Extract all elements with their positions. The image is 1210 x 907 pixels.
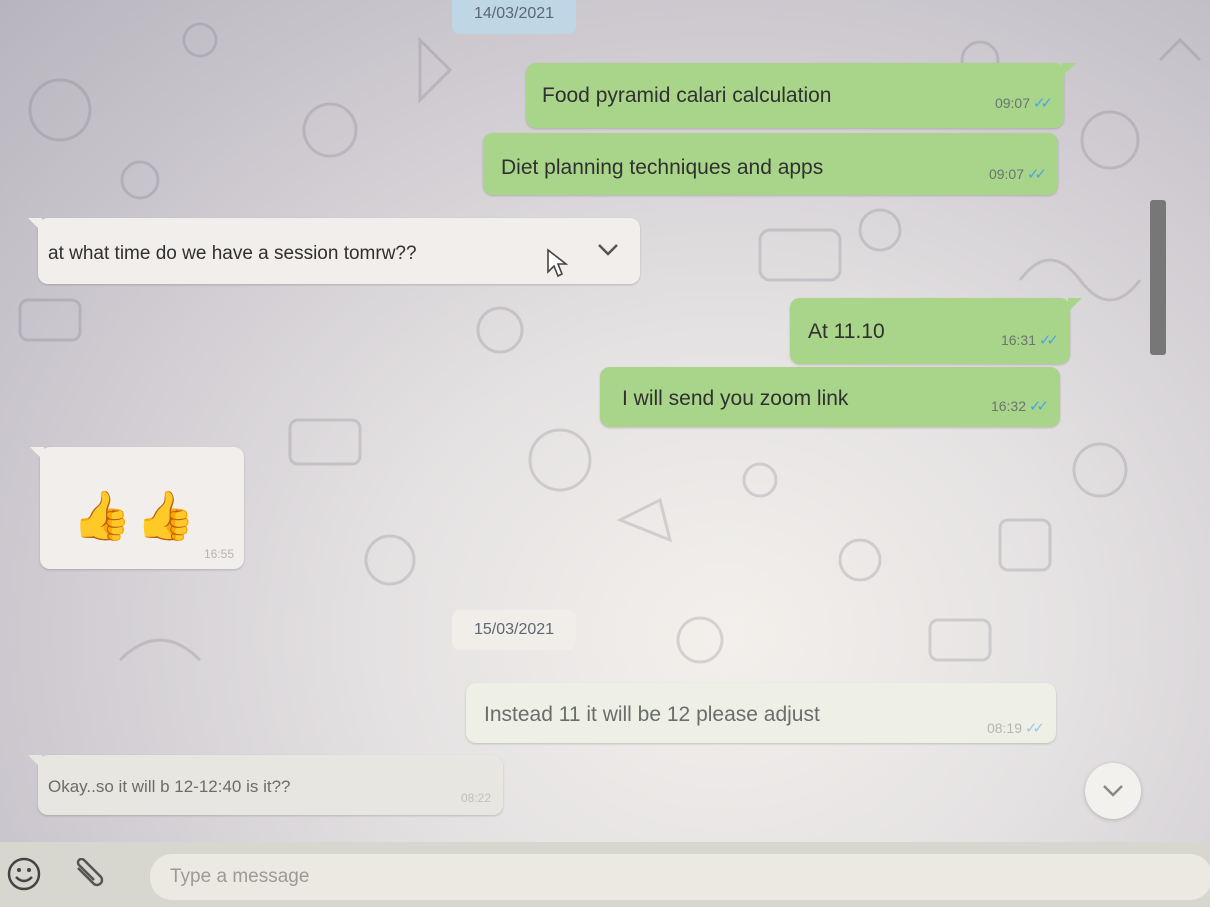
message-input[interactable]	[150, 854, 1210, 900]
message-text: Instead 11 it will be 12 please adjust	[484, 703, 820, 726]
scrollbar[interactable]	[1150, 200, 1166, 355]
message-text: Food pyramid calari calculation	[542, 84, 832, 107]
message-bubble-outgoing[interactable]: Instead 11 it will be 12 please adjust 0…	[466, 683, 1056, 743]
scroll-to-bottom-button[interactable]	[1085, 763, 1141, 819]
message-time: 16:31	[1000, 332, 1036, 348]
emoji-message: 👍👍	[72, 490, 200, 543]
paperclip-icon[interactable]	[72, 858, 108, 892]
message-bubble-outgoing[interactable]: Diet planning techniques and apps 09:07 …	[483, 133, 1058, 195]
message-time: 16:32	[990, 398, 1026, 414]
message-time: 16:55	[203, 547, 234, 561]
date-separator: 14/03/2021	[452, 0, 577, 34]
message-time: 09:07	[988, 166, 1024, 182]
date-separator: 15/03/2021	[452, 610, 577, 650]
double-check-icon: ✓✓	[1026, 166, 1047, 183]
message-text: Okay..so it will b 12-12:40 is it??	[48, 777, 291, 796]
message-bubble-incoming[interactable]: at what time do we have a session tomrw?…	[28, 218, 640, 284]
message-bubble-incoming[interactable]: Okay..so it will b 12-12:40 is it?? 08:2…	[28, 755, 503, 815]
message-bubble-outgoing[interactable]: At 11.10 16:31 ✓✓	[790, 298, 1082, 364]
message-text: At 11.10	[808, 320, 885, 343]
chevron-down-icon	[1103, 785, 1123, 797]
double-check-icon: ✓✓	[1038, 332, 1059, 349]
message-text: I will send you zoom link	[622, 387, 849, 410]
emoji-icon[interactable]	[6, 856, 42, 892]
message-text: at what time do we have a session tomrw?…	[48, 243, 417, 264]
chevron-down-icon[interactable]	[596, 242, 620, 258]
message-text: Diet planning techniques and apps	[501, 156, 824, 179]
message-time: 08:22	[460, 791, 491, 805]
message-bubble-incoming[interactable]: 👍👍 16:55	[30, 447, 244, 569]
double-check-icon: ✓✓	[1028, 398, 1049, 415]
double-check-icon: ✓✓	[1032, 95, 1053, 112]
double-check-icon: ✓✓	[1024, 720, 1045, 737]
message-bubble-outgoing[interactable]: Food pyramid calari calculation 09:07 ✓✓	[526, 63, 1076, 128]
message-time: 08:19	[986, 720, 1022, 736]
message-time: 09:07	[994, 95, 1030, 111]
cursor-icon	[547, 248, 568, 278]
message-bubble-outgoing[interactable]: I will send you zoom link 16:32 ✓✓	[600, 367, 1060, 427]
message-composer	[0, 842, 1210, 907]
